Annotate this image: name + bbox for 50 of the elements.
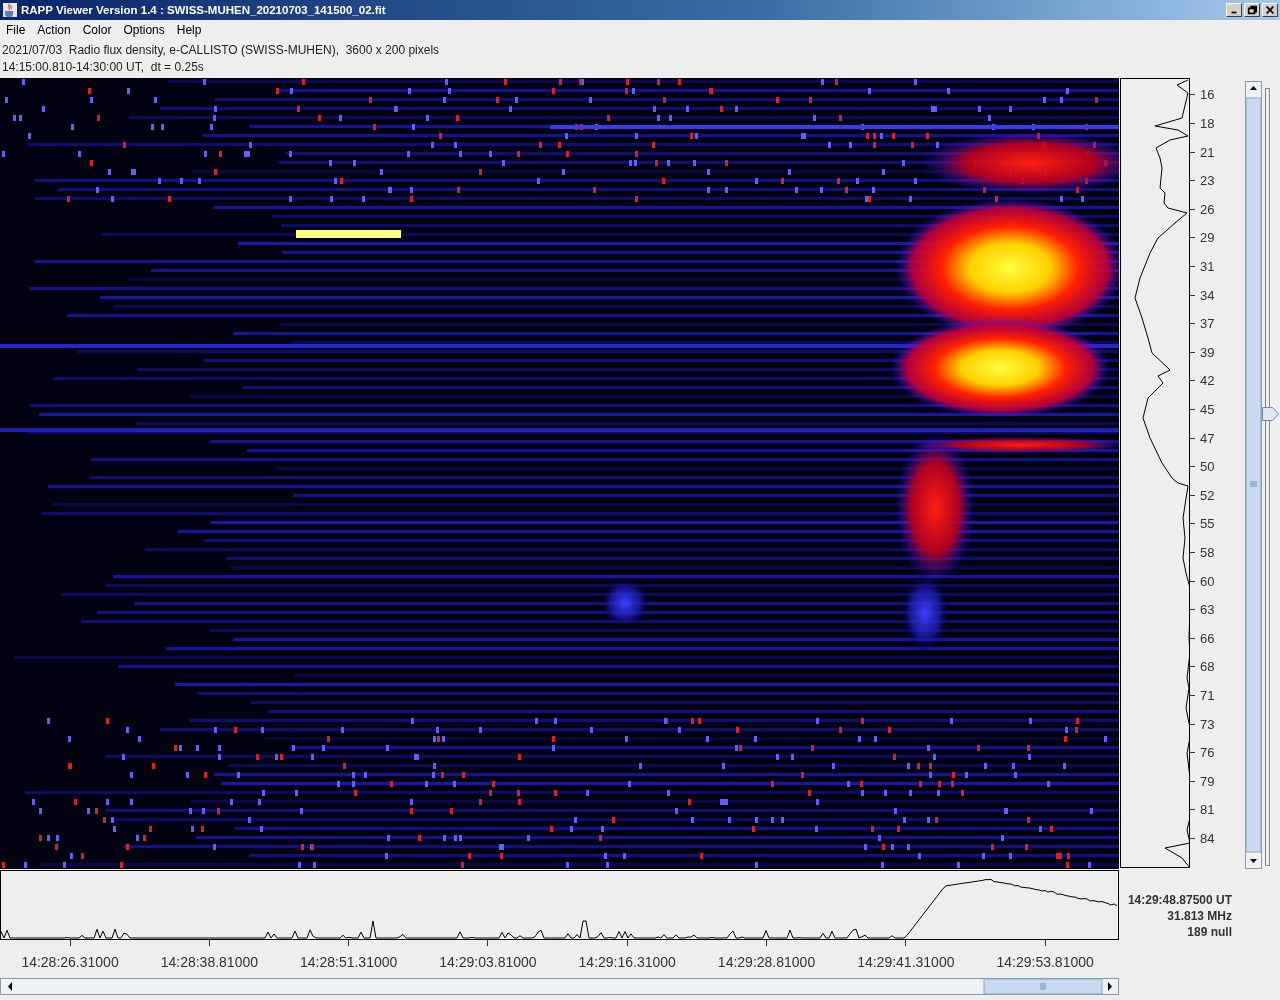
- vertical-scrollbar[interactable]: [1245, 81, 1262, 869]
- readout-text: 31.813 MHz: [1167, 908, 1232, 924]
- menu-item[interactable]: File: [0, 23, 32, 37]
- horizontal-scrollbar[interactable]: [0, 978, 1119, 995]
- axis-label: 71: [1200, 687, 1215, 703]
- axis-label: 79: [1200, 773, 1215, 789]
- axis-label: 47: [1200, 430, 1215, 446]
- axis-label: 21: [1200, 144, 1215, 160]
- axis-label: 31: [1200, 259, 1215, 275]
- info-text: 14:15:00.810-14:30:00 UT, dt = 0.25s: [2, 59, 205, 76]
- axis-label: 68: [1200, 659, 1215, 675]
- axis-label: 73: [1200, 716, 1215, 732]
- axis-label: 14:28:38.81000: [160, 954, 258, 970]
- axis-label: 63: [1200, 602, 1215, 618]
- axis-label: 29: [1200, 230, 1215, 246]
- axis-label: 60: [1200, 573, 1215, 589]
- axis-label: 84: [1200, 830, 1215, 846]
- slider-thumb[interactable]: [1262, 406, 1279, 421]
- readout-text: 189 null: [1187, 924, 1232, 940]
- axis-label: 16: [1200, 87, 1215, 103]
- info-text: 2021/07/03 Radio flux density, e-CALLISTO (SWISS-MUHEN), 3600 x 200 pixels: [2, 42, 441, 59]
- axis-label: 14:28:51.31000: [299, 954, 398, 970]
- menu-item[interactable]: Action: [31, 23, 77, 37]
- axis-label: 50: [1200, 459, 1215, 475]
- axis-label: 14:29:53.81000: [996, 954, 1094, 970]
- axis-label: 26: [1200, 201, 1215, 217]
- axis-label: 55: [1200, 516, 1215, 532]
- axis-label: 39: [1200, 344, 1215, 360]
- axis-label: 52: [1200, 487, 1215, 503]
- axis-label: 14:29:03.81000: [439, 954, 537, 970]
- axis-label: 37: [1200, 316, 1215, 332]
- axis-label: 14:29:16.31000: [578, 954, 676, 970]
- axis-label: 66: [1200, 630, 1215, 646]
- window-title: RAPP Viewer Version 1.4 : SWISS-MUHEN_20210703_141500_02.fit: [21, 4, 387, 16]
- axis-label: 45: [1200, 402, 1215, 417]
- axis-label: 14:29:41.31000: [857, 954, 955, 970]
- axis-label: 34: [1200, 287, 1215, 303]
- axis-label: 18: [1200, 116, 1215, 132]
- axis-label: 76: [1200, 745, 1215, 761]
- menu-item[interactable]: Help: [170, 23, 208, 37]
- readout-text: 14:29:48.87500 UT: [1127, 892, 1232, 908]
- axis-label: 14:28:26.31000: [21, 954, 119, 970]
- app-icon: [2, 2, 18, 18]
- axis-label: 23: [1200, 173, 1215, 189]
- axis-label: 42: [1200, 373, 1215, 389]
- menu-item[interactable]: Color: [76, 23, 118, 37]
- menu-item[interactable]: Options: [117, 23, 171, 37]
- axis-label: 14:29:28.81000: [717, 954, 816, 970]
- axis-label: 81: [1200, 802, 1215, 818]
- axis-label: 58: [1200, 545, 1215, 560]
